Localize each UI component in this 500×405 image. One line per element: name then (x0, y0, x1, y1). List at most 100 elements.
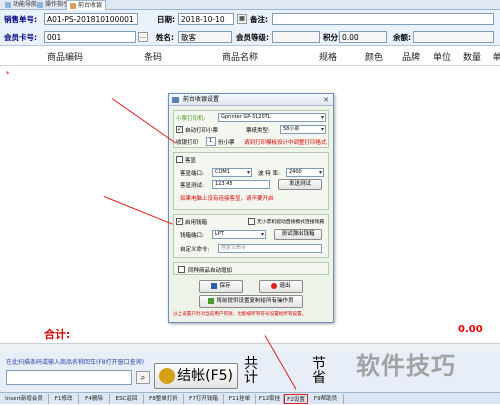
note-label: 备注: (250, 15, 268, 24)
save-icon (211, 282, 218, 289)
merge-group: 同种商品自动增加 (173, 262, 329, 275)
total-value: 0.00 (458, 324, 483, 335)
date-field[interactable]: 2018-10-10 (178, 13, 234, 25)
copies-label: 收银打印 (176, 140, 199, 146)
cash-drawer-group: ✓ 启用钱箱 无小票机驱动直接模式连接钱箱 钱箱端口: LPT 测试弹出钱箱 自… (173, 214, 329, 258)
col-product-name[interactable]: 商品名称 (200, 50, 280, 66)
sale-header: 销售单号: A01-PS-201810100001 日期: 2018-10-10… (0, 10, 500, 46)
fn-hold[interactable]: F11挂单 (224, 394, 256, 404)
dialog-save-button[interactable]: 保存 (199, 280, 243, 293)
nav-icon (5, 2, 11, 8)
merge-label: 同种商品自动增加 (188, 268, 233, 274)
custom-command-label: 自定义命令: (180, 247, 210, 253)
member-level-label: 会员等级: (236, 33, 269, 42)
col-barcode[interactable]: 条码 (128, 50, 178, 66)
watermark-text: 软件技巧 (356, 352, 456, 380)
dialog-exit-button[interactable]: 退出 (259, 280, 303, 293)
display-warning: 如果电脑上没有连接客显，请不要开启 (180, 196, 274, 202)
member-card-label: 会员卡号: (4, 33, 37, 42)
product-grid-header: 商品编码 条码 商品名称 规格 颜色 品牌 单位 数量 单 (0, 50, 500, 66)
tab-front-checkout[interactable]: 前台收银 (66, 0, 107, 10)
checkout-icon (70, 2, 76, 9)
checkout-button[interactable]: 结帐(F5) (154, 363, 238, 389)
note-field[interactable] (272, 13, 494, 25)
drawer-mode-checkbox[interactable] (248, 218, 255, 225)
col-price[interactable]: 单 (490, 50, 500, 66)
paper-type-select[interactable]: 58小票 (280, 125, 326, 134)
send-test-button[interactable]: 发送测试 (278, 179, 322, 190)
display-test-label: 客显测试: (180, 183, 204, 189)
copy-icon (208, 297, 215, 304)
fn-return[interactable]: ESC返回 (110, 394, 144, 404)
sale-no-field[interactable]: A01-PS-201810100001 (44, 13, 138, 25)
total-label: 合计: (44, 328, 71, 341)
search-icon[interactable]: ⌕ (136, 371, 150, 384)
customer-display-group: 客显 客显端口: COM1 波 特 率: 2400 客显测试: 123.45 发… (173, 152, 329, 210)
member-search-icon[interactable]: … (138, 32, 148, 42)
member-level-field (272, 31, 320, 43)
exit-icon (271, 282, 278, 289)
col-unit[interactable]: 单位 (428, 50, 456, 66)
checkout-settings-dialog: 前台收银设置 ✕ 小票打印机: Gprinter GP-3120TL ✓ 自动打… (168, 93, 334, 323)
col-brand[interactable]: 品牌 (396, 50, 426, 66)
copies-unit: 份小票 (218, 140, 235, 146)
member-card-field[interactable]: 001 (44, 31, 136, 43)
barcode-input[interactable] (6, 370, 132, 385)
baud-select[interactable]: 2400 (286, 168, 324, 177)
scan-hint: 在此扫描条码或输入商品名称回车(F8打开窗口查询) (6, 359, 144, 366)
tab-bar: 功能导航 操作指引 前台收银 (0, 0, 500, 10)
copies-input[interactable]: 1 (206, 137, 216, 146)
date-label: 日期: (157, 15, 175, 24)
dialog-titlebar: 前台收银设置 (169, 94, 333, 106)
col-quantity[interactable]: 数量 (458, 50, 486, 66)
sum-label: 共计 (244, 356, 258, 386)
printer-select[interactable]: Gprinter GP-3120TL (218, 113, 326, 122)
fn-help[interactable]: F9帮助员 (308, 394, 344, 404)
fn-discount[interactable]: F8整单打折 (144, 394, 184, 404)
drawer-enable-checkbox[interactable]: ✓ (176, 218, 183, 225)
sale-no-label: 销售单号: (4, 15, 37, 24)
annotation-arrow-drawer (103, 196, 173, 225)
display-enable-label: 客显 (185, 158, 197, 164)
paper-type-label: 票纸类型: (246, 128, 270, 134)
apply-to-all-operators-button[interactable]: 将前提供设置复制给所有操作员 (199, 295, 303, 308)
auto-print-checkbox[interactable]: ✓ (176, 126, 183, 133)
balance-field (413, 31, 494, 43)
baud-label: 波 特 率: (258, 171, 280, 177)
points-field: 0.00 (339, 31, 387, 43)
drawer-mode-label: 无小票机驱动直接模式连接钱箱 (257, 220, 325, 225)
merge-checkbox[interactable] (178, 266, 185, 273)
fn-open-drawer[interactable]: F7打开钱箱 (184, 394, 224, 404)
col-product-code[interactable]: 商品编码 (30, 50, 100, 66)
fn-settings[interactable]: F2设置 (284, 394, 308, 404)
member-name-field: 散客 (178, 31, 232, 43)
close-icon[interactable]: ✕ (322, 96, 330, 104)
auto-print-label: 自动打印小票 (185, 128, 219, 134)
display-enable-checkbox[interactable] (176, 156, 183, 163)
drawer-port-label: 钱箱端口: (180, 233, 204, 239)
guide-icon (37, 2, 43, 8)
member-name-label: 姓名: (156, 33, 174, 42)
fn-insert-member[interactable]: Insert新增会员 (0, 394, 49, 404)
calendar-icon[interactable]: ▦ (237, 14, 247, 24)
col-color[interactable]: 颜色 (356, 50, 392, 66)
custom-command-input[interactable]: 自定义命令 (218, 244, 322, 253)
fn-recall[interactable]: F12取挂 (256, 394, 284, 404)
new-row-marker: * (6, 70, 10, 78)
printer-group: 小票打印机: Gprinter GP-3120TL ✓ 自动打印小票 票纸类型:… (173, 110, 329, 148)
drawer-test-button[interactable]: 测试弹出钱箱 (274, 229, 322, 240)
port-select[interactable]: COM1 (212, 168, 252, 177)
col-spec[interactable]: 规格 (310, 50, 346, 66)
function-key-bar: Insert新增会员 F1修改 F4删除 ESC返回 F8整单打折 F7打开钱箱… (0, 392, 500, 404)
fn-delete[interactable]: F4删除 (79, 394, 110, 404)
port-label: 客显端口: (180, 171, 204, 177)
printer-label: 小票打印机: (176, 116, 206, 122)
savings-label: 节省 (312, 356, 326, 386)
settings-icon (172, 97, 179, 103)
drawer-enable-label: 启用钱箱 (185, 220, 208, 226)
dialog-bottom-note: 以上设置只针对当前用户有效，也能被所有符号设置给所有设置。 (173, 312, 307, 317)
template-note: 请到打印模板设计中调整打印格式 (244, 140, 327, 146)
drawer-port-select[interactable]: LPT (212, 230, 266, 239)
fn-modify[interactable]: F1修改 (49, 394, 79, 404)
display-test-input[interactable]: 123.45 (212, 180, 270, 189)
